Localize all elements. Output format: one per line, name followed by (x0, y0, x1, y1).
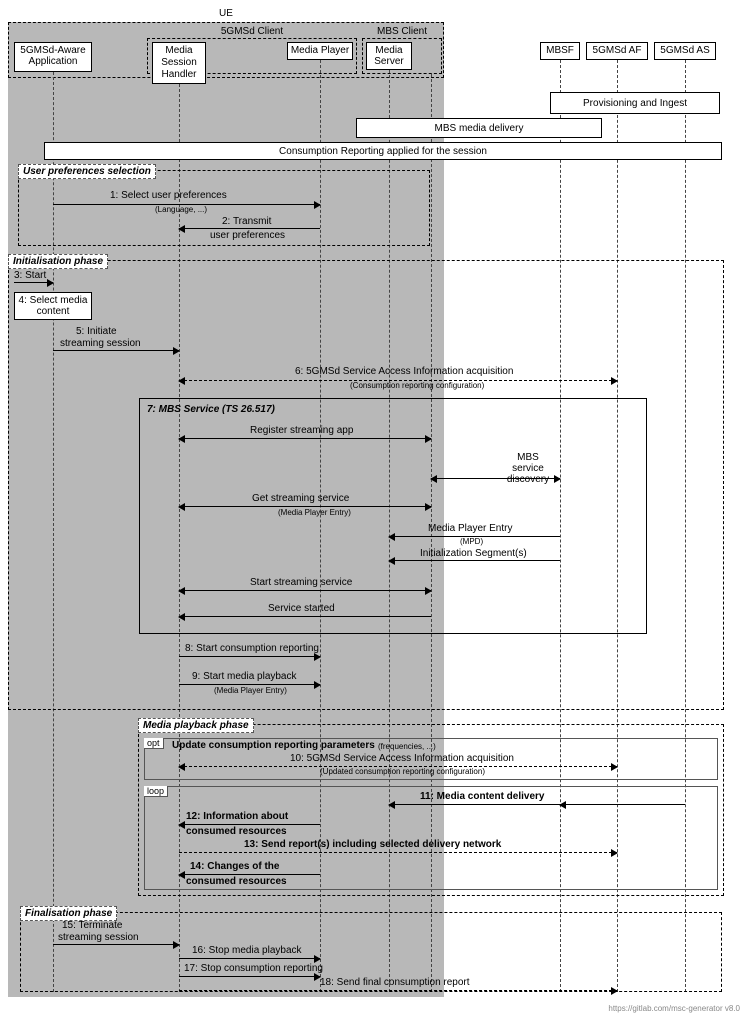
msg12a: 12: Information about (186, 811, 288, 822)
loop-tag: loop (144, 786, 168, 797)
mbs-delivery-bar: MBS media delivery (356, 118, 602, 138)
msg17-line (179, 976, 320, 977)
msg-3: 3: Start (14, 270, 46, 281)
opt-tag: opt (144, 738, 164, 749)
sequence-diagram: UE 5GMSd Client MBS Client 5GMSd-Aware A… (0, 0, 744, 1015)
msg8-label: 8: Start consumption reporting (185, 643, 319, 654)
opt-label: Update consumption reporting parameters (172, 740, 375, 751)
msg-5-arrow (53, 350, 179, 351)
opt-sub: (frequencies, ...) (378, 742, 436, 751)
getss-sub: (Media Player Entry) (278, 508, 351, 517)
msg10-sub: (Updated consumption reporting configura… (320, 767, 485, 776)
msh-head: Media Session Handler (152, 42, 206, 84)
msg11a-line (389, 804, 560, 805)
msg18-line (179, 990, 617, 991)
prov-bar: Provisioning and Ingest (550, 92, 720, 114)
svcstart-line (179, 616, 431, 617)
getss-label: Get streaming service (252, 493, 349, 504)
msg-5b: streaming session (60, 338, 141, 349)
reg-label: Register streaming app (250, 425, 353, 436)
msg9-sub: (Media Player Entry) (214, 686, 287, 695)
msg-6-sub: (Consumption reporting configuration) (350, 381, 484, 390)
msg15b: streaming session (58, 932, 139, 943)
msg-2b: user preferences (210, 230, 285, 241)
msg12b: consumed resources (186, 826, 287, 837)
msg13-line (179, 852, 617, 853)
init-tag: Initialisation phase (8, 254, 108, 269)
reg-line (179, 438, 431, 439)
mplayer-head: Media Player (287, 42, 353, 60)
msg13-label: 13: Send report(s) including selected de… (244, 839, 501, 850)
svcstart-label: Service started (268, 603, 335, 614)
af-head: 5GMSd AF (586, 42, 648, 60)
msg15-line (53, 944, 179, 945)
msg16-label: 16: Stop media playback (192, 945, 302, 956)
mpe-label: Media Player Entry (428, 523, 512, 534)
msg-3-arrow (14, 282, 53, 283)
initseg-line (389, 560, 560, 561)
msg11-label: 11: Media content delivery (420, 791, 545, 802)
ue-label: UE (8, 8, 444, 19)
msg-5a: 5: Initiate (76, 326, 117, 337)
msg16-line (179, 958, 320, 959)
msg14-line (179, 874, 320, 875)
msg-1-label: 1: Select user preferences (110, 190, 227, 201)
msg8-line (179, 656, 320, 657)
msg14a: 14: Changes of the (190, 861, 279, 872)
final-tag: Finalisation phase (20, 906, 117, 921)
userpref-tag: User preferences selection (18, 164, 156, 179)
getss-line (179, 506, 431, 507)
msg17-label: 17: Stop consumption reporting (184, 963, 323, 974)
initseg-label: Initialization Segment(s) (420, 548, 527, 559)
client5g-label: 5GMSd Client (147, 26, 357, 37)
msg-2 (179, 228, 320, 229)
mbs-client-label: MBS Client (362, 26, 442, 37)
msg11b-line (560, 804, 685, 805)
msg-2a: 2: Transmit (222, 216, 271, 227)
playback-tag: Media playback phase (138, 718, 254, 733)
msg10-label: 10: 5GMSd Service Access Information acq… (290, 753, 514, 764)
mbsf-head: MBSF (540, 42, 580, 60)
msg-1-sub: (Language, ...) (155, 205, 207, 214)
msg9-line (179, 684, 320, 685)
as-head: 5GMSd AS (654, 42, 716, 60)
msg-6: 6: 5GMSd Service Access Information acqu… (295, 366, 513, 377)
mbs-disc-label: MBS service discovery (500, 452, 556, 485)
msg15a: 15: Terminate (62, 920, 122, 931)
msg18-label: 18: Send final consumption report (320, 977, 470, 988)
footer: https://gitlab.com/msc-generator v8.0 (608, 1004, 740, 1013)
frame-mbs (139, 398, 647, 634)
startss-line (179, 590, 431, 591)
mpe-sub: (MPD) (460, 537, 483, 546)
msg12-line (179, 824, 320, 825)
app-head: 5GMSd-Aware Application (14, 42, 92, 72)
msg14b: consumed resources (186, 876, 287, 887)
msg9-label: 9: Start media playback (192, 671, 297, 682)
msg-4: 4: Select media content (14, 292, 92, 320)
mserver-head: Media Server (366, 42, 412, 70)
consump-bar: Consumption Reporting applied for the se… (44, 142, 722, 160)
mbs-tag: 7: MBS Service (TS 26.517) (147, 404, 275, 415)
startss-label: Start streaming service (250, 577, 352, 588)
